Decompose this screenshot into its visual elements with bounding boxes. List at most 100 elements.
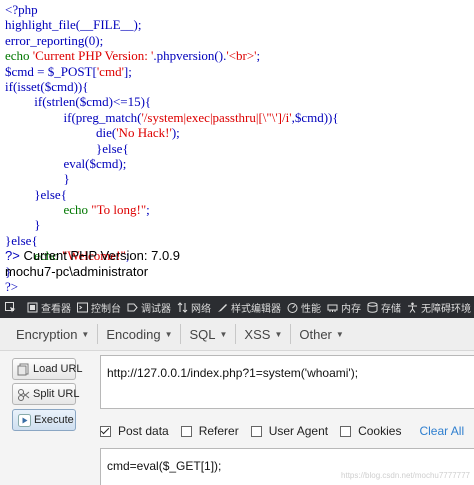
code-line: if(isset($cmd)){ — [5, 79, 471, 94]
menu-encoding[interactable]: Encoding ▼ — [98, 327, 180, 342]
code-token: echo — [5, 48, 30, 64]
load-url-button[interactable]: Load URL — [12, 358, 83, 380]
code-line: ?> — [5, 279, 471, 294]
user-agent-checkbox[interactable] — [250, 425, 262, 437]
accessibility-icon — [407, 302, 418, 313]
devtools-tab[interactable]: 调试器 — [127, 300, 171, 315]
csdn-watermark: https://blog.csdn.net/mochu7777777 — [341, 471, 470, 480]
console-icon — [77, 302, 88, 313]
url-input[interactable]: http://127.0.0.1/index.php?1=system('who… — [100, 355, 474, 409]
devtools-tab[interactable]: 查看器 — [27, 300, 71, 315]
php-close-tag: ?> — [5, 248, 20, 263]
devtools-tab[interactable]: 控制台 — [77, 300, 121, 315]
code-line: }else{ — [5, 141, 471, 156]
request-options: Post data Referer User Agent Cookies Cle… — [100, 424, 474, 438]
devtools-tab[interactable]: 无障碍环境 — [407, 300, 471, 315]
code-token: die( — [5, 125, 117, 141]
code-line: highlight_file(__FILE__); — [5, 17, 471, 32]
devtools-tab-label: 网络 — [191, 303, 211, 315]
devtools-tab-label: 查看器 — [41, 303, 71, 315]
menu-xss[interactable]: XSS ▼ — [236, 327, 290, 342]
code-token: }else{ — [5, 232, 38, 248]
hackbar-panel: Encryption ▼ Encoding ▼ SQL ▼ XSS ▼ Other ▼ Load … — [0, 318, 474, 485]
devtools-tab[interactable]: 存储 — [367, 300, 401, 315]
caret-down-icon: ▼ — [274, 329, 283, 339]
code-line: }else{ — [5, 233, 471, 248]
inspector-icon — [27, 302, 38, 313]
clear-all-link[interactable]: Clear All — [419, 424, 464, 438]
network-icon — [177, 301, 188, 313]
code-token: eval($cmd); — [5, 155, 127, 171]
code-token: }else{ — [5, 186, 67, 202]
split-url-icon — [17, 387, 30, 401]
code-line: if(preg_match('/system|exec|passthru|[\"… — [5, 110, 471, 125]
post-data-option[interactable]: Post data — [100, 424, 169, 438]
page-output: ?> Current PHP Version: 7.0.9 mochu7-pc\… — [5, 248, 180, 279]
menu-label: SQL — [189, 326, 216, 342]
code-token: } — [5, 217, 41, 233]
code-token: ?> — [5, 279, 19, 295]
menu-label: Encryption — [16, 326, 78, 342]
code-token: } — [5, 171, 70, 187]
devtools-tab-label: 性能 — [301, 303, 321, 315]
caret-down-icon: ▼ — [81, 329, 90, 339]
code-line: } — [5, 217, 471, 232]
devtools-tab-label: 样式编辑器 — [231, 303, 281, 315]
devtools-tab-label: 内存 — [341, 303, 361, 315]
cookies-option[interactable]: Cookies — [340, 424, 401, 438]
code-token: if(preg_match( — [5, 109, 142, 125]
code-line: $cmd = $_POST['cmd']; — [5, 64, 471, 79]
code-line: eval($cmd); — [5, 156, 471, 171]
referer-checkbox[interactable] — [180, 425, 192, 437]
code-line: <?php — [5, 2, 471, 17]
code-line: }else{ — [5, 187, 471, 202]
code-line: die('No Hack!'); — [5, 125, 471, 140]
code-token: <?php — [5, 2, 38, 17]
code-token: if(strlen($cmd)<=15){ — [5, 94, 152, 110]
memory-icon — [327, 302, 338, 313]
menu-other[interactable]: Other ▼ — [291, 327, 351, 342]
code-token: '/system|exec|passthru|[\"\']/i' — [141, 109, 292, 125]
menu-encryption[interactable]: Encryption ▼ — [0, 327, 97, 342]
code-token: ]; — [123, 63, 132, 79]
code-line: echo 'Current PHP Version: '.phpversion(… — [5, 48, 471, 63]
code-token: $cmd = $_POST[ — [5, 63, 97, 79]
devtools-tab[interactable]: 样式编辑器 — [217, 300, 281, 315]
post-data-checkbox[interactable] — [100, 425, 111, 437]
code-token: ,$cmd)){ — [291, 109, 339, 125]
menu-sql[interactable]: SQL ▼ — [181, 327, 235, 342]
devtools-tab[interactable]: 内存 — [327, 300, 361, 315]
code-token: error_reporting(0); — [5, 32, 104, 48]
pick-element-icon — [5, 301, 16, 313]
whoami-output: mochu7-pc\administrator — [5, 263, 149, 279]
code-line: echo "To long!"; — [5, 202, 471, 217]
code-line: error_reporting(0); — [5, 33, 471, 48]
storage-icon — [367, 301, 378, 313]
devtools-toolbar: 查看器 控制台 调试器 网络 样式编辑器 性能 内存 存储 无障碍环境 — [0, 296, 474, 318]
execute-button[interactable]: Execute — [12, 409, 76, 431]
menu-label: Encoding — [106, 326, 161, 342]
code-token: echo — [5, 202, 89, 218]
performance-icon — [287, 302, 298, 313]
pick-element-button[interactable] — [5, 301, 19, 313]
caret-down-icon: ▼ — [219, 329, 228, 339]
devtools-tab-label: 无障碍环境 — [421, 303, 471, 315]
code-token: }else{ — [5, 140, 129, 156]
load-url-icon — [17, 362, 30, 376]
devtools-tab[interactable]: 网络 — [177, 300, 211, 315]
user-agent-option[interactable]: User Agent — [250, 424, 328, 438]
code-token: '<br>' — [226, 48, 257, 64]
code-line: if(strlen($cmd)<=15){ — [5, 94, 471, 109]
style-editor-icon — [217, 302, 228, 313]
devtools-tab-label: 控制台 — [91, 303, 121, 315]
referer-option[interactable]: Referer — [180, 424, 239, 438]
code-token: 'No Hack!' — [116, 125, 172, 141]
split-url-button[interactable]: Split URL — [12, 383, 79, 405]
code-token: "To long!" — [91, 202, 147, 218]
caret-down-icon: ▼ — [335, 329, 344, 339]
devtools-tab[interactable]: 性能 — [287, 300, 321, 315]
php-version-text: Current PHP Version: 7.0.9 — [23, 248, 181, 263]
code-token: .phpversion(). — [153, 48, 227, 64]
code-token: ; — [146, 202, 150, 218]
cookies-checkbox[interactable] — [340, 425, 352, 437]
